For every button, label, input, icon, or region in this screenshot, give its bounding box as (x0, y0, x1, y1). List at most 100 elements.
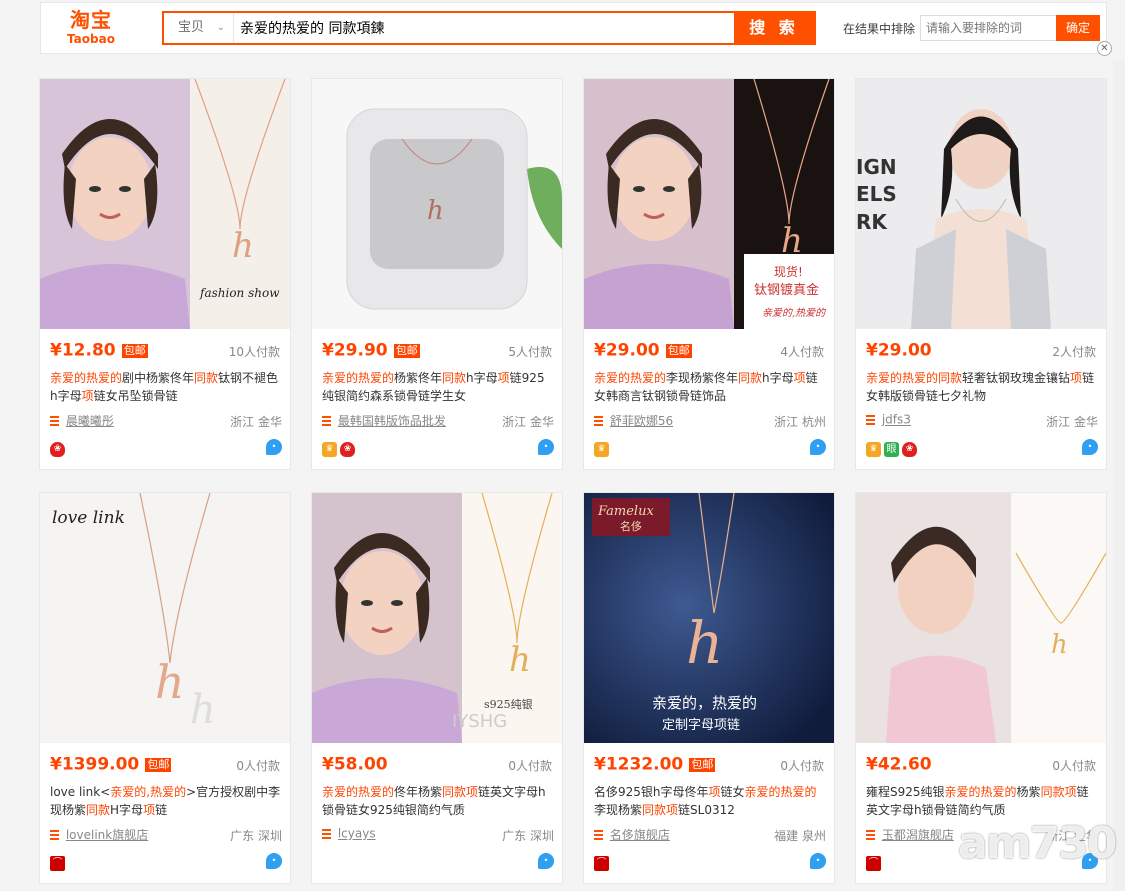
shop-name-link[interactable]: jdfs3 (882, 413, 911, 427)
wangwang-chat-icon[interactable]: • (810, 439, 826, 455)
shop-icon (322, 828, 331, 839)
shop-name-link[interactable]: 舒菲欧娜56 (610, 414, 673, 428)
title-segment: 项 (497, 371, 510, 385)
product-image[interactable]: love link h h (40, 493, 290, 743)
product-card[interactable]: love link h h ¥1399.00 包邮 0人付款 love link… (39, 492, 291, 884)
product-image[interactable]: h (856, 493, 1106, 743)
title-segment: 亲爱的热爱的 (944, 785, 1017, 799)
product-image[interactable]: h fashion show (40, 79, 290, 329)
tmall-badge-icon[interactable]: ⌒ (50, 856, 65, 871)
free-shipping-badge: 包邮 (393, 343, 420, 358)
wangwang-chat-icon[interactable]: • (538, 853, 554, 869)
product-image[interactable]: h 现货! 钛钢镀真金 亲爱的,热爱的 (584, 79, 834, 329)
product-title[interactable]: 亲爱的热爱的佟年杨紫同款项链英文字母h锁骨链女925纯银简约气质 (322, 783, 554, 819)
title-segment: 李现杨紫 (594, 803, 643, 817)
product-title[interactable]: 亲爱的热爱的杨紫佟年同款h字母项链925纯银简约森系锁骨链学生女 (322, 369, 554, 405)
title-segment: h字母 (466, 371, 498, 385)
wangwang-chat-icon[interactable]: • (538, 439, 554, 455)
price-row: ¥58.00 0人付款 (322, 754, 552, 776)
close-icon[interactable]: ✕ (1097, 41, 1112, 56)
free-shipping-badge: 包邮 (121, 343, 148, 358)
shop-location: 福建 泉州 (774, 829, 826, 843)
tmall-badge-icon[interactable]: ⌒ (866, 856, 881, 871)
product-card[interactable]: h fashion show ¥12.80 包邮 10人付款 亲爱的热爱的剧中杨… (39, 78, 291, 470)
badge-row: ♛ 眼 ❀ • (866, 439, 1098, 457)
product-card[interactable]: Famelux 名侈 h 亲爱的，热爱的 定制字母项链 ¥1232.00 包邮 … (583, 492, 835, 884)
wangwang-chat-icon[interactable]: • (266, 439, 282, 455)
shop-name-link[interactable]: 最韩国韩版饰品批发 (338, 414, 446, 428)
shop-row: 晨曦曦彤 浙江 金华 (50, 412, 282, 430)
product-title[interactable]: 雍程S925纯银亲爱的热爱的杨紫同款项链英文字母h锁骨链简约气质 (866, 783, 1098, 819)
title-segment: 项 (708, 785, 721, 799)
shop-name-link[interactable]: lcyays (338, 827, 376, 841)
shop-icon (866, 414, 875, 425)
title-segment: 链女 (720, 785, 745, 799)
badge-row: ⌒ • (594, 853, 826, 871)
svg-text:h: h (1051, 630, 1068, 660)
badge-row: ⌒ • (50, 853, 282, 871)
shop-row: 舒菲欧娜56 浙江 杭州 (594, 412, 826, 430)
product-title[interactable]: love link<亲爱的,热爱的>官方授权剧中李现杨紫同款H字母项链 (50, 783, 282, 819)
svg-text:s925纯银: s925纯银 (484, 697, 533, 711)
tmall-badge-icon[interactable]: ⌒ (594, 856, 609, 871)
shop-location: 浙江 金华 (502, 415, 554, 429)
title-segment: 同款项 (642, 803, 679, 817)
shop-location: 广东 深圳 (502, 829, 554, 843)
product-title[interactable]: 亲爱的热爱的同款轻奢钛钢玫瑰金镶钻项链女韩版锁骨链七夕礼物 (866, 369, 1098, 405)
shop-name-link[interactable]: lovelink旗舰店 (66, 828, 148, 842)
title-segment: 亲爱的热爱的 (322, 371, 395, 385)
eye-badge-icon[interactable]: 眼 (884, 442, 899, 457)
product-image[interactable]: h s925纯银 IYSHG (312, 493, 562, 743)
exclude-confirm-button[interactable]: 确定 (1056, 15, 1100, 41)
crown-badge-icon[interactable]: ♛ (594, 442, 609, 457)
svg-text:亲爱的，热爱的: 亲爱的，热爱的 (652, 694, 757, 712)
product-title[interactable]: 名侈925银h字母佟年项链女亲爱的热爱的李现杨紫同款项链SL0312 (594, 783, 826, 819)
crown-badge-icon[interactable]: ♛ (322, 442, 337, 457)
shop-name-link[interactable]: 玉都潟旗舰店 (882, 828, 954, 842)
search-input[interactable] (235, 13, 735, 43)
crown-badge-icon[interactable]: ♛ (866, 442, 881, 457)
shop-icon (594, 829, 603, 840)
title-segment: 同款 (938, 371, 963, 385)
shop-icon (594, 415, 603, 426)
price-row: ¥12.80 包邮 10人付款 (50, 340, 280, 362)
svg-text:IYSHG: IYSHG (452, 711, 507, 732)
product-card[interactable]: h 现货! 钛钢镀真金 亲爱的,热爱的 ¥29.00 包邮 4人付款 亲爱的热爱… (583, 78, 835, 470)
free-shipping-badge: 包邮 (665, 343, 692, 358)
rose-badge-icon[interactable]: ❀ (340, 442, 355, 457)
taobao-logo[interactable]: 淘宝 Taobao (61, 8, 121, 46)
rose-badge-icon[interactable]: ❀ (50, 442, 65, 457)
product-image[interactable]: h (312, 79, 562, 329)
shop-location: 浙江 金华 (1046, 415, 1098, 429)
sold-count: 5人付款 (508, 345, 552, 359)
wangwang-chat-icon[interactable]: • (810, 853, 826, 869)
price-row: ¥1399.00 包邮 0人付款 (50, 754, 280, 776)
search-category-select[interactable]: 宝贝 ⌄ (164, 13, 234, 43)
product-title[interactable]: 亲爱的热爱的剧中杨紫佟年同款钛钢不褪色h字母项链女吊坠锁骨链 (50, 369, 282, 405)
product-card[interactable]: h ¥29.90 包邮 5人付款 亲爱的热爱的杨紫佟年同款h字母项链925纯银简… (311, 78, 563, 470)
price-row: ¥1232.00 包邮 0人付款 (594, 754, 824, 776)
product-title[interactable]: 亲爱的热爱的李现杨紫佟年同款h字母项链女韩商言钛钢锁骨链饰品 (594, 369, 826, 405)
title-segment: 亲爱的热爱的 (744, 785, 817, 799)
svg-text:IGN: IGN (856, 155, 897, 179)
wangwang-chat-icon[interactable]: • (266, 853, 282, 869)
product-card[interactable]: h s925纯银 IYSHG ¥58.00 0人付款 亲爱的热爱的佟年杨紫同款项… (311, 492, 563, 884)
search-button[interactable]: 搜 索 (734, 13, 814, 43)
shop-row: lcyays 广东 深圳 (322, 826, 554, 844)
shop-name-link[interactable]: 名侈旗舰店 (610, 828, 670, 842)
title-segment: 同款 (194, 371, 219, 385)
exclude-label: 在结果中排除 (843, 22, 916, 36)
rose-badge-icon[interactable]: ❀ (902, 442, 917, 457)
exclude-input[interactable] (920, 15, 1057, 41)
title-segment: 链女吊坠锁骨链 (93, 389, 178, 403)
title-segment: 同款 (86, 803, 111, 817)
svg-text:RK: RK (856, 210, 888, 234)
product-card[interactable]: IGN ELS RK ¥29.00 2人付款 亲爱的热爱的同款轻奢钛钢玫瑰金镶钻… (855, 78, 1107, 470)
title-segment: 佟年杨紫 (394, 785, 443, 799)
title-segment: 雍程S925纯银 (866, 785, 945, 799)
shop-name-link[interactable]: 晨曦曦彤 (66, 414, 114, 428)
product-image[interactable]: Famelux 名侈 h 亲爱的，热爱的 定制字母项链 (584, 493, 834, 743)
product-image[interactable]: IGN ELS RK (856, 79, 1106, 329)
wangwang-chat-icon[interactable]: • (1082, 439, 1098, 455)
title-segment: 链 (155, 803, 168, 817)
